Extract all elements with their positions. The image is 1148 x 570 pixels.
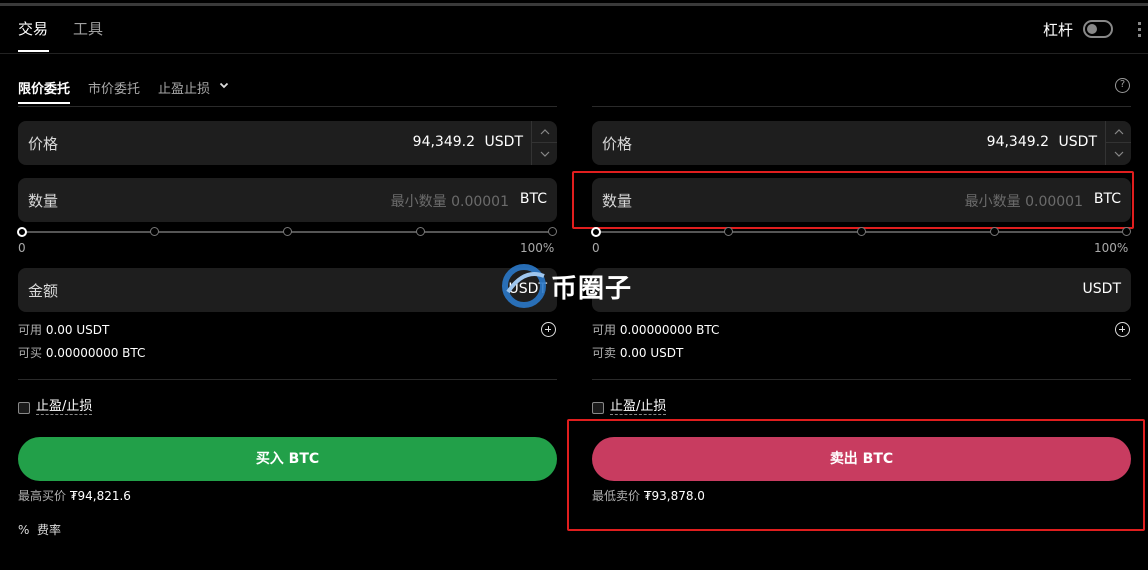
buy-max: 可买 0.00000000 BTC xyxy=(18,346,146,360)
buy-slider-mark[interactable] xyxy=(416,227,425,236)
sell-slider-mark[interactable] xyxy=(724,227,733,236)
divider xyxy=(18,379,557,380)
sell-max: 可卖 0.00 USDT xyxy=(592,346,684,360)
tab-active-indicator xyxy=(18,50,49,52)
sell-price-value: 94,349.2 xyxy=(986,134,1049,150)
sell-slider-min: 0 xyxy=(592,241,600,255)
sell-available: 可用 0.00000000 BTC xyxy=(592,323,720,337)
buy-quantity-label: 数量 xyxy=(28,192,59,210)
percent-icon: % xyxy=(18,523,30,537)
top-border xyxy=(0,3,1148,6)
buy-button[interactable]: 买入 BTC xyxy=(18,437,557,481)
divider xyxy=(592,106,1131,107)
sell-slider-mark[interactable] xyxy=(1122,227,1131,236)
chevron-up-icon[interactable] xyxy=(1106,121,1131,143)
sell-amount-field[interactable]: USDT xyxy=(592,268,1131,312)
fee-rate-link[interactable]: % 费率 xyxy=(18,521,61,538)
sell-price-label: 价格 xyxy=(602,135,633,153)
leverage-toggle[interactable] xyxy=(1083,20,1113,38)
buy-price-stepper[interactable] xyxy=(531,121,557,165)
sell-tpsl-label[interactable]: 止盈/止损 xyxy=(610,400,667,415)
toggle-knob xyxy=(1087,24,1097,34)
tab-market-order[interactable]: 市价委托 xyxy=(88,78,140,97)
buy-quantity-field[interactable]: 数量 最小数量 0.00001 BTC xyxy=(18,178,557,222)
buy-slider-max: 100% xyxy=(520,241,555,255)
sell-price-unit: USDT xyxy=(1058,134,1097,150)
leverage-label: 杠杆 xyxy=(1043,21,1074,39)
sell-price-field[interactable]: 价格 94,349.2 USDT xyxy=(592,121,1131,165)
order-tab-indicator xyxy=(18,102,70,104)
sell-slider-max: 100% xyxy=(1094,241,1129,255)
buy-slider-mark[interactable] xyxy=(548,227,557,236)
divider xyxy=(592,379,1131,380)
buy-amount-label: 金额 xyxy=(28,282,59,300)
plus-icon[interactable] xyxy=(1115,322,1130,337)
tab-tpsl-order[interactable]: 止盈止损 xyxy=(158,78,210,97)
sell-slider-mark[interactable] xyxy=(857,227,866,236)
buy-best-price: 最高买价 ₮94,821.6 xyxy=(18,489,131,503)
buy-slider-mark[interactable] xyxy=(283,227,292,236)
chevron-up-icon[interactable] xyxy=(532,121,557,143)
tabs-divider xyxy=(0,53,1148,54)
tab-tools[interactable]: 工具 xyxy=(73,18,103,39)
buy-quantity-placeholder: 最小数量 0.00001 xyxy=(390,194,509,210)
chevron-down-icon[interactable] xyxy=(1106,143,1131,165)
watermark: 币圈子 xyxy=(500,262,650,308)
chevron-down-icon[interactable] xyxy=(219,80,229,90)
help-icon[interactable]: ? xyxy=(1115,78,1130,93)
buy-amount-field[interactable]: 金额 USDT xyxy=(18,268,557,312)
watermark-text: 币圈子 xyxy=(551,274,633,304)
sell-amount-unit: USDT xyxy=(1082,281,1121,297)
sell-slider-handle[interactable] xyxy=(591,227,601,237)
sell-slider-mark[interactable] xyxy=(990,227,999,236)
buy-tpsl-checkbox[interactable] xyxy=(18,402,30,414)
buy-slider-handle[interactable] xyxy=(17,227,27,237)
buy-tpsl-label[interactable]: 止盈/止损 xyxy=(36,400,93,415)
highlight-box xyxy=(572,171,1134,229)
divider xyxy=(18,106,557,107)
sell-price-stepper[interactable] xyxy=(1105,121,1131,165)
tab-trade[interactable]: 交易 xyxy=(18,18,48,39)
buy-quantity-unit: BTC xyxy=(519,191,547,207)
buy-available: 可用 0.00 USDT xyxy=(18,323,110,337)
chevron-down-icon[interactable] xyxy=(532,143,557,165)
more-icon[interactable] xyxy=(1136,20,1142,38)
tab-limit-order[interactable]: 限价委托 xyxy=(18,78,70,97)
plus-icon[interactable] xyxy=(541,322,556,337)
highlight-box xyxy=(567,419,1145,531)
buy-slider-mark[interactable] xyxy=(150,227,159,236)
buy-price-value: 94,349.2 xyxy=(412,134,475,150)
sell-tpsl-checkbox[interactable] xyxy=(592,402,604,414)
buy-price-field[interactable]: 价格 94,349.2 USDT xyxy=(18,121,557,165)
buy-slider-min: 0 xyxy=(18,241,26,255)
buy-price-label: 价格 xyxy=(28,135,59,153)
watermark-logo-icon xyxy=(502,264,546,308)
buy-price-unit: USDT xyxy=(484,134,523,150)
